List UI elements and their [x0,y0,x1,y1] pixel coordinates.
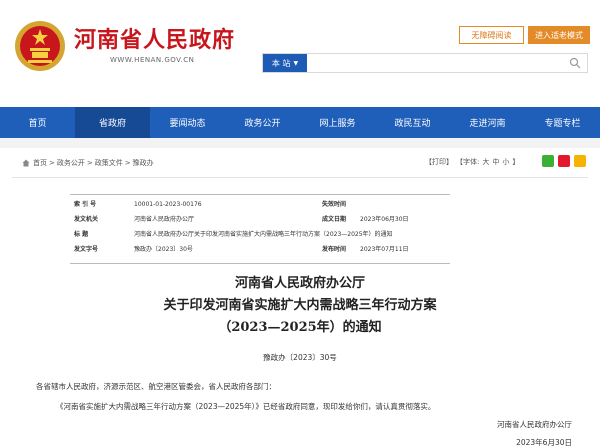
national-emblem-icon [15,21,65,71]
site-name[interactable]: 河南省人民政府 [74,22,235,54]
weibo-icon[interactable] [558,155,570,167]
main-nav: 首页 省政府 要闻动态 政务公开 网上服务 政民互动 走进河南 专题专栏 [0,107,600,138]
nav-item-1[interactable]: 省政府 [75,107,150,138]
search-icon[interactable] [569,57,581,69]
document-signature: 河南省人民政府办公厅 [497,420,572,429]
share-icons [542,155,590,167]
meta-row: 标 题 河南省人民政府办公厅关于印发河南省实施扩大内需战略三年行动方案（2023… [70,229,450,240]
nav-item-0[interactable]: 首页 [0,107,75,138]
nav-item-3[interactable]: 政务公开 [225,107,300,138]
document-date: 2023年6月30日 [516,438,572,447]
meta-published-label: 发布时间 [322,246,347,253]
search-scope-label: 本 站 [271,58,291,68]
search-box: 本 站 ▼ [262,53,588,73]
breadcrumb-home[interactable]: 首页 [33,158,47,168]
breadcrumb-separator: > [124,159,131,167]
breadcrumb: 首页 > 政务公开 > 政策文件 > 豫政办 [22,158,154,168]
font-medium-button[interactable]: 中 [492,157,499,167]
breadcrumb-bar: 首页 > 政务公开 > 政策文件 > 豫政办 【打印】 【字体: 大 中 小 】 [12,148,588,178]
nav-item-6[interactable]: 走进河南 [450,107,525,138]
breadcrumb-gov-affairs[interactable]: 政务公开 [57,158,85,168]
meta-title-label: 标 题 [74,231,89,238]
search-input[interactable] [311,54,561,72]
meta-published-value: 2023年07月11日 [360,246,409,253]
meta-index-label: 索 引 号 [74,201,97,208]
article-tools: 【打印】 【字体: 大 中 小 】 [425,157,522,167]
meta-row: 发文机关 河南省人民政府办公厅 成文日期 2023年06月30日 [70,214,450,225]
document-title-line-2: 关于印发河南省实施扩大内需战略三年行动方案 [163,298,437,313]
breadcrumb-policy-files[interactable]: 政策文件 [95,158,123,168]
chevron-down-icon: ▼ [293,59,299,67]
meta-issuer-label: 发文机关 [74,216,99,223]
nav-item-2[interactable]: 要闻动态 [150,107,225,138]
accessibility-button[interactable]: 无障碍阅读 [459,26,524,44]
meta-docno-label: 发文字号 [74,246,99,253]
breadcrumb-separator: > [49,159,55,167]
meta-issuer-value: 河南省人民政府办公厅 [134,216,195,223]
breadcrumb-yuzhengban[interactable]: 豫政办 [133,158,154,168]
breadcrumb-separator: > [86,159,93,167]
document-body: 《河南省实施扩大内需战略三年行动方案（2023—2025年）》已经省政府同意，现… [56,402,436,411]
site-header: 河南省人民政府 WWW.HENAN.GOV.CN 无障碍阅读 进入适老模式 本 … [0,0,600,107]
meta-row: 索 引 号 10001-01-2023-00176 失效时间 [70,199,450,210]
meta-created-value: 2023年06月30日 [360,216,409,223]
meta-docno-value: 豫政办〔2023〕30号 [134,246,193,253]
meta-row: 发文字号 豫政办〔2023〕30号 发布时间 2023年07月11日 [70,244,450,255]
search-scope-select[interactable]: 本 站 ▼ [263,54,307,72]
font-size-label: 【字体: [456,158,480,166]
font-small-button[interactable]: 小 [502,157,509,167]
site-url: WWW.HENAN.GOV.CN [110,56,195,64]
elder-mode-button[interactable]: 进入适老模式 [528,26,590,44]
qzone-icon[interactable] [574,155,586,167]
nav-item-5[interactable]: 政民互动 [375,107,450,138]
nav-item-7[interactable]: 专题专栏 [525,107,600,138]
meta-title-value: 河南省人民政府办公厅关于印发河南省实施扩大内需战略三年行动方案（2023—202… [134,231,393,238]
document-title-line-3: （2023—2025年）的通知 [218,320,382,335]
print-button[interactable]: 【打印】 [425,157,453,167]
document-meta-table: 索 引 号 10001-01-2023-00176 失效时间 发文机关 河南省人… [70,194,450,264]
divider-band [0,138,600,148]
wechat-icon[interactable] [542,155,554,167]
meta-index-value: 10001-01-2023-00176 [134,201,202,208]
document-number: 豫政办〔2023〕30号 [263,353,337,362]
document-title-line-1: 河南省人民政府办公厅 [234,276,365,291]
article-container: 首页 > 政务公开 > 政策文件 > 豫政办 【打印】 【字体: 大 中 小 】… [12,148,588,447]
meta-validity-label: 失效时间 [322,201,347,208]
home-icon [22,159,30,167]
font-large-button[interactable]: 大 [482,157,489,167]
document-recipients: 各省辖市人民政府，济源示范区、航空港区管委会，省人民政府各部门： [36,382,276,391]
font-size-close: 】 [512,158,520,166]
meta-created-label: 成文日期 [322,216,347,223]
nav-item-4[interactable]: 网上服务 [300,107,375,138]
